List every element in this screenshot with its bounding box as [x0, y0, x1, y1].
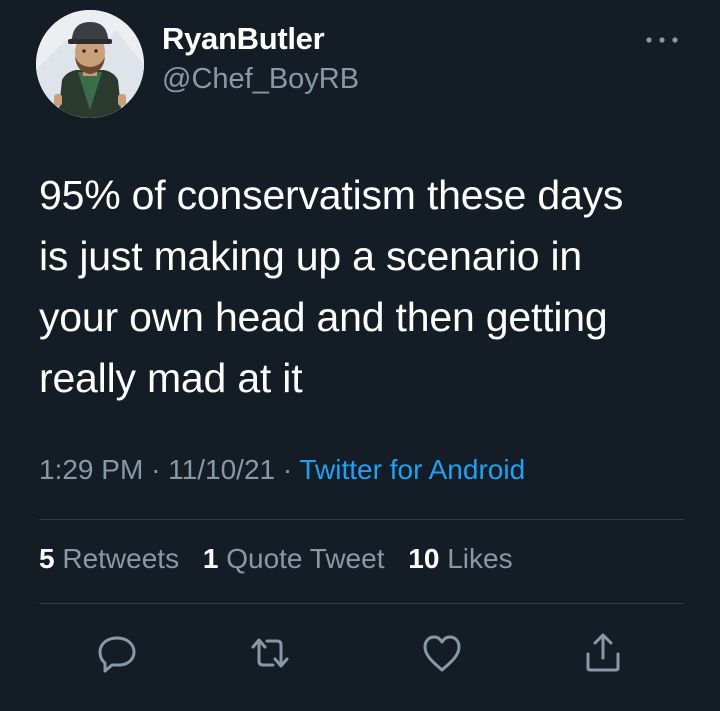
retweet-icon: [251, 638, 289, 668]
tweet-text-line: 95% of conservatism these days: [39, 172, 624, 218]
avatar[interactable]: [36, 10, 144, 118]
retweets-count: 5: [39, 543, 55, 574]
tweet-text-line: is just making up a scenario in: [39, 233, 583, 279]
divider: [39, 603, 684, 604]
quote-tweets-count: 1: [202, 543, 219, 574]
quote-tweets-stat[interactable]: 1 Quote Tweet: [203, 543, 385, 574]
likes-count: 10: [408, 543, 440, 574]
share-button[interactable]: [578, 628, 628, 678]
tweet-text-line: your own head and then getting: [39, 294, 608, 340]
tweet-time[interactable]: 1:29 PM: [39, 454, 143, 485]
retweets-stat[interactable]: 5 Retweets: [39, 543, 179, 574]
engagement-stats: 5 Retweets 1 Quote Tweet 10 Likes: [39, 543, 529, 575]
display-name[interactable]: RyanButler: [162, 21, 325, 57]
meta-separator: ·: [282, 454, 293, 485]
retweet-button[interactable]: [245, 628, 295, 678]
likes-label: Likes: [447, 543, 513, 574]
username-handle[interactable]: @Chef_BoyRB: [162, 63, 359, 96]
retweets-label: Retweets: [62, 543, 180, 574]
like-button[interactable]: [417, 628, 467, 678]
like-icon: [423, 635, 461, 672]
tweet-metadata: 1:29 PM · 11/10/21 · Twitter for Android: [39, 454, 525, 486]
quote-tweets-label: Quote Tweet: [226, 543, 385, 574]
tweet-date[interactable]: 11/10/21: [168, 454, 275, 485]
divider: [39, 519, 684, 520]
reply-button[interactable]: [92, 628, 142, 678]
tweet-text: 95% of conservatism these days is just m…: [39, 165, 709, 409]
likes-stat[interactable]: 10 Likes: [408, 543, 512, 574]
reply-icon: [98, 636, 136, 673]
tweet-source-link[interactable]: Twitter for Android: [299, 454, 525, 485]
tweet-card: RyanButler @Chef_BoyRB 95% of conservati…: [0, 0, 720, 711]
share-icon: [586, 633, 620, 672]
more-options-icon[interactable]: [640, 30, 684, 50]
meta-separator: ·: [151, 454, 161, 485]
tweet-text-line: really mad at it: [39, 355, 303, 401]
